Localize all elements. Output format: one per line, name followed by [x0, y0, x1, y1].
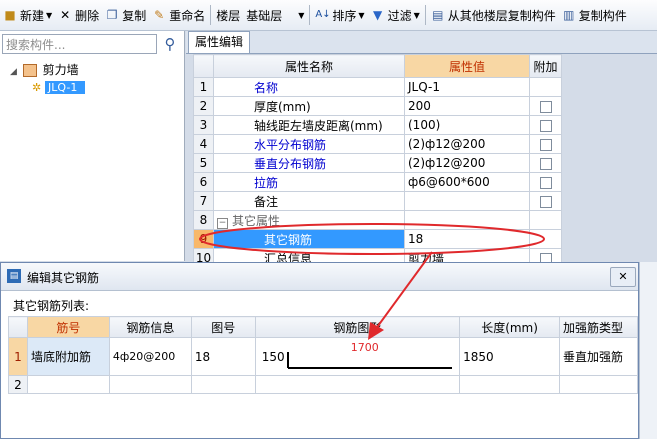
annotation-ellipse — [199, 223, 545, 255]
annotation-arrow-head — [368, 322, 384, 340]
annotation-overlay — [199, 223, 545, 340]
annotation-arrow-line — [374, 251, 433, 331]
